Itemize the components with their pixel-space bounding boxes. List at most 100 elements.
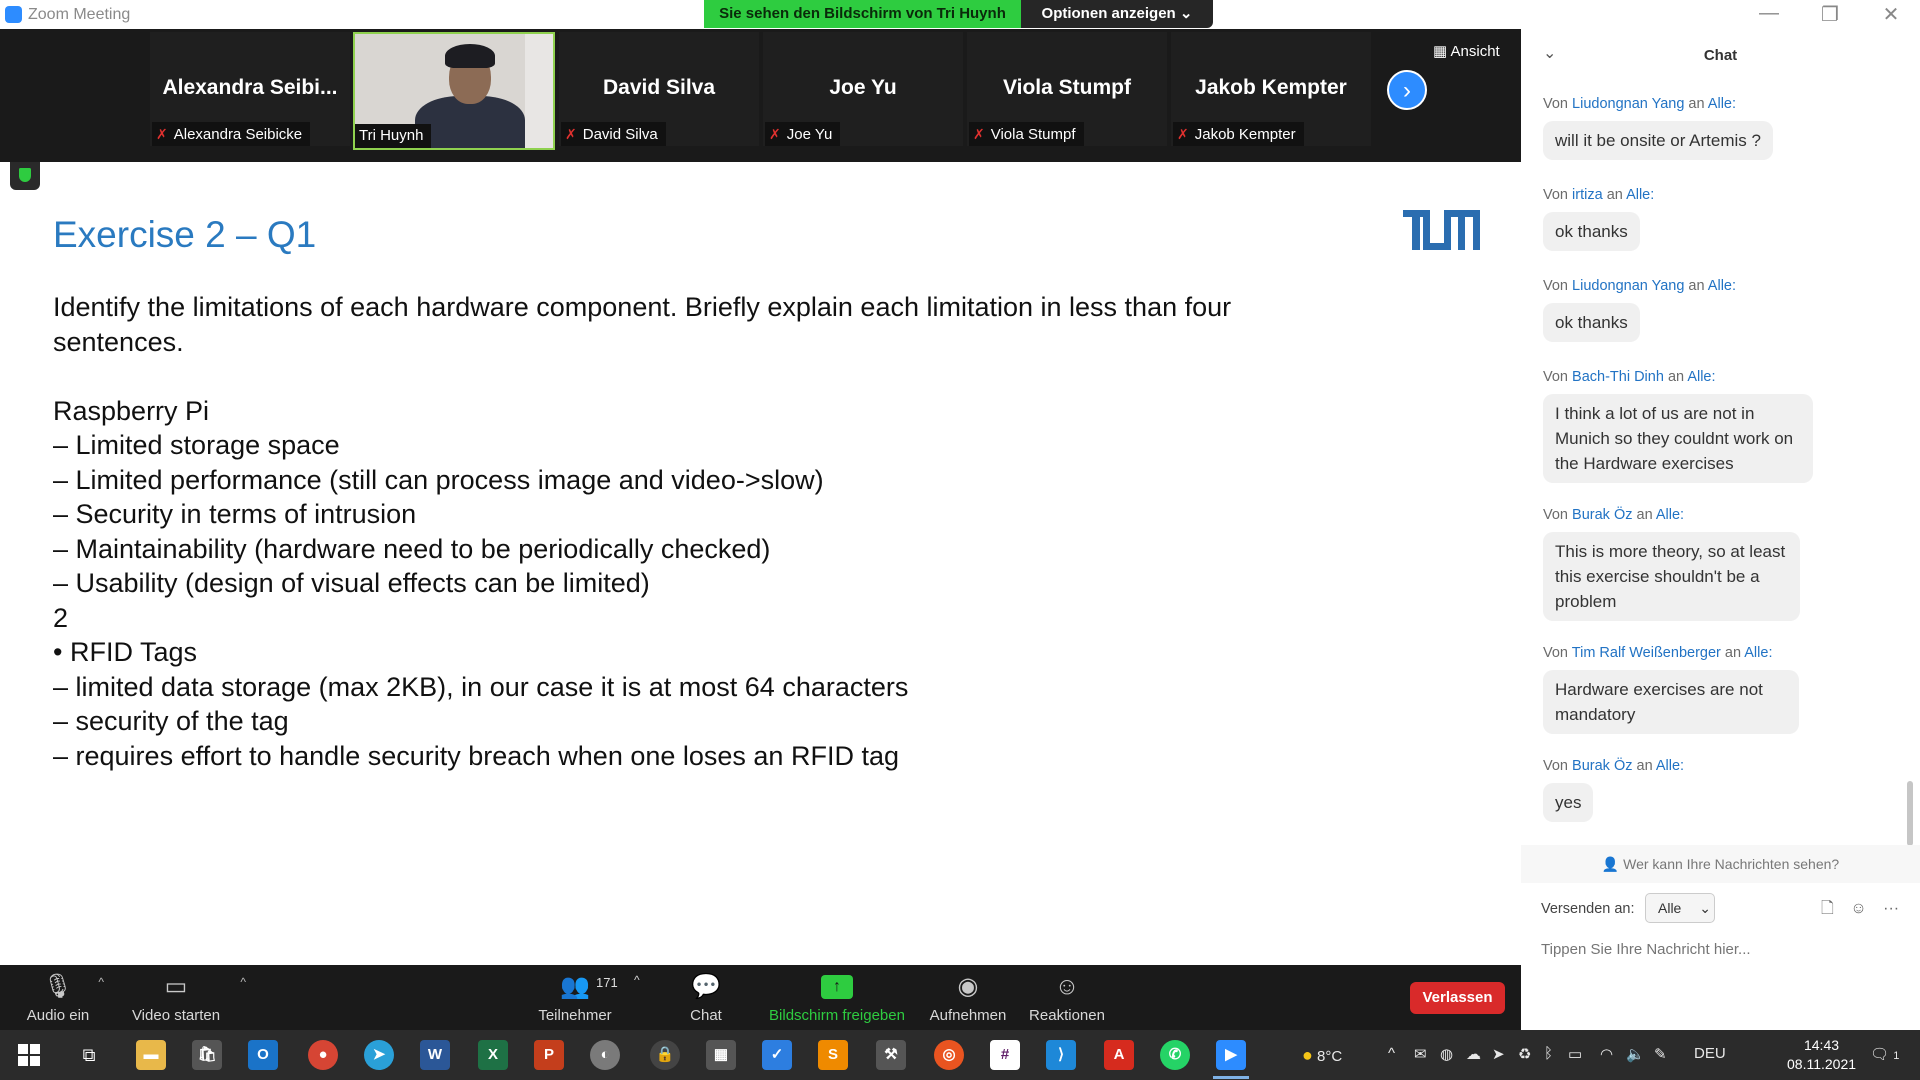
slide-line: – Limited performance (still can process… [53, 464, 824, 495]
outlook-icon[interactable]: O [248, 1040, 278, 1070]
message-meta: Von Tim Ralf Weißenberger an Alle: [1543, 645, 1772, 661]
file-explorer-icon[interactable]: ▬ [136, 1040, 166, 1070]
participant-name: Jakob Kempter [1195, 76, 1347, 99]
participant-tile[interactable]: David Silva ✗ David Silva [559, 32, 759, 146]
who-can-see-link[interactable]: 👤 Wer kann Ihre Nachrichten sehen? [1521, 845, 1920, 883]
tum-logo [1403, 210, 1480, 250]
view-options-label: Optionen anzeigen [1041, 5, 1176, 22]
sender-name[interactable]: irtiza [1572, 187, 1603, 203]
message-bubble: I think a lot of us are not in Munich so… [1543, 394, 1813, 483]
participant-label: ✗ Joe Yu [765, 122, 841, 146]
shared-screen: Exercise 2 – Q1 Identify the limitations… [0, 162, 1521, 965]
show-hidden-icons-icon[interactable]: ^ [1388, 1045, 1395, 1062]
powerpoint-icon[interactable]: P [534, 1040, 564, 1070]
participant-label-text: Alexandra Seibicke [173, 126, 303, 143]
sender-name[interactable]: Burak Öz [1572, 758, 1632, 774]
task-view-icon[interactable]: ⧉ [74, 1040, 104, 1070]
share-screen-button[interactable]: ↑ Bildschirm freigeben [766, 973, 908, 1024]
emoji-icon[interactable]: ☺ [1850, 900, 1866, 917]
sender-name[interactable]: Bach-Thi Dinh [1572, 369, 1664, 385]
chat-message-input[interactable] [1541, 934, 1901, 964]
vscode-icon[interactable]: ⟩ [1046, 1040, 1076, 1070]
audio-options-caret[interactable]: ^ [98, 975, 104, 989]
recipient-select[interactable]: Alle ⌄ [1645, 893, 1715, 923]
ubuntu-icon[interactable]: ◎ [934, 1040, 964, 1070]
keepass-icon[interactable]: 🔒 [650, 1040, 680, 1070]
tray-telegram-icon[interactable]: ➤ [1492, 1045, 1505, 1063]
next-page-button[interactable]: › [1387, 70, 1427, 110]
word-icon[interactable]: W [420, 1040, 450, 1070]
acrobat-icon[interactable]: A [1104, 1040, 1134, 1070]
sender-name[interactable]: Liudongnan Yang [1572, 278, 1684, 294]
record-icon: ◉ [957, 973, 979, 1000]
sun-icon: ● [1302, 1045, 1313, 1065]
video-button[interactable]: ▭ Video starten ^ [128, 973, 246, 1024]
slide-line: – Maintainability (hardware need to be p… [53, 533, 771, 564]
battery-icon[interactable]: ▭ [1568, 1045, 1582, 1063]
chat-label: Chat [690, 1007, 722, 1024]
record-button[interactable]: ◉ Aufnehmen [926, 973, 1010, 1024]
language-indicator[interactable]: DEU [1694, 1045, 1726, 1062]
message-meta: Von Bach-Thi Dinh an Alle: [1543, 369, 1716, 385]
chat-bubble-icon: 💬 [691, 973, 721, 1000]
chat-button[interactable]: 💬 Chat [688, 973, 724, 1024]
video-person-torso [415, 96, 525, 148]
video-options-caret[interactable]: ^ [240, 975, 246, 989]
paint-icon[interactable]: ◐ [590, 1040, 620, 1070]
recipient: Alle: [1655, 758, 1685, 774]
message-meta: Von Burak Öz an Alle: [1543, 758, 1684, 774]
reactions-button[interactable]: ☺ Reaktionen [1028, 973, 1106, 1024]
participant-tile[interactable]: Joe Yu ✗ Joe Yu [763, 32, 963, 146]
chat-scrollbar[interactable] [1907, 781, 1913, 846]
pen-icon[interactable]: ✎ [1654, 1045, 1667, 1063]
whatsapp-icon[interactable]: ✆ [1160, 1040, 1190, 1070]
checkmark-app-icon[interactable]: ✓ [762, 1040, 792, 1070]
clock[interactable]: 14:43 08.11.2021 [1787, 1036, 1856, 1074]
participant-label-text: David Silva [582, 126, 658, 143]
chat-title: Chat [1703, 47, 1738, 64]
participant-video-tile[interactable]: Tri Huynh [353, 32, 555, 150]
file-icon[interactable]: 🗋 [1821, 900, 1834, 917]
onedrive-icon[interactable]: ☁ [1466, 1045, 1481, 1063]
sublime-text-icon[interactable]: S [818, 1040, 848, 1070]
participant-label-text: Jakob Kempter [1194, 126, 1296, 143]
bluetooth-icon[interactable]: ᛒ [1544, 1045, 1553, 1062]
close-button[interactable]: ✕ [1871, 2, 1911, 27]
sender-name[interactable]: Burak Öz [1572, 507, 1632, 523]
tray-outlook-icon[interactable]: ✉ [1414, 1045, 1427, 1063]
security-shield-icon[interactable] [10, 162, 40, 190]
wifi-icon[interactable]: ◠ [1600, 1045, 1613, 1063]
leave-button[interactable]: Verlassen [1410, 982, 1505, 1014]
participants-options-caret[interactable]: ^ [634, 973, 640, 987]
calculator-icon[interactable]: ▦ [706, 1040, 736, 1070]
message-bubble: This is more theory, so at least this ex… [1543, 532, 1800, 621]
view-options-button[interactable]: Optionen anzeigen ⌄ [1021, 0, 1213, 28]
participant-tile[interactable]: Alexandra Seibi... ✗ Alexandra Seibicke [150, 32, 350, 146]
clock-time: 14:43 [1803, 1037, 1840, 1053]
to-word: an [1667, 369, 1685, 385]
participant-tile[interactable]: Jakob Kempter ✗ Jakob Kempter [1171, 32, 1371, 146]
weather-widget[interactable]: ● 8°C [1302, 1045, 1342, 1066]
volume-icon[interactable]: 🔈 [1626, 1045, 1645, 1063]
windows-start-button[interactable] [18, 1044, 40, 1066]
minimize-button[interactable]: — [1749, 2, 1789, 25]
participant-tile[interactable]: Viola Stumpf ✗ Viola Stumpf [967, 32, 1167, 146]
view-button[interactable]: ▦ Ansicht [1433, 42, 1500, 60]
from-prefix: Von [1543, 278, 1568, 294]
more-options-icon[interactable]: ··· [1883, 900, 1899, 917]
excel-icon[interactable]: X [478, 1040, 508, 1070]
audio-button[interactable]: 🎙 Audio ein ^ [22, 973, 104, 1024]
tray-app-icon[interactable]: ♻ [1518, 1045, 1531, 1063]
telegram-icon[interactable]: ➤ [364, 1040, 394, 1070]
chrome-icon[interactable]: ● [308, 1040, 338, 1070]
restore-button[interactable]: ❐ [1810, 2, 1850, 27]
zoom-icon[interactable]: ▶ [1216, 1040, 1246, 1070]
participant-label: ✗ David Silva [561, 122, 666, 146]
slack-icon[interactable]: # [990, 1040, 1020, 1070]
sender-name[interactable]: Tim Ralf Weißenberger [1572, 645, 1721, 661]
tools-icon[interactable]: ⚒ [876, 1040, 906, 1070]
store-icon[interactable]: 🛍 [192, 1040, 222, 1070]
tray-chrome-icon[interactable]: ◍ [1440, 1045, 1453, 1063]
notification-center-icon[interactable]: 🗨 1 [1870, 1045, 1899, 1063]
sender-name[interactable]: Liudongnan Yang [1572, 96, 1684, 112]
